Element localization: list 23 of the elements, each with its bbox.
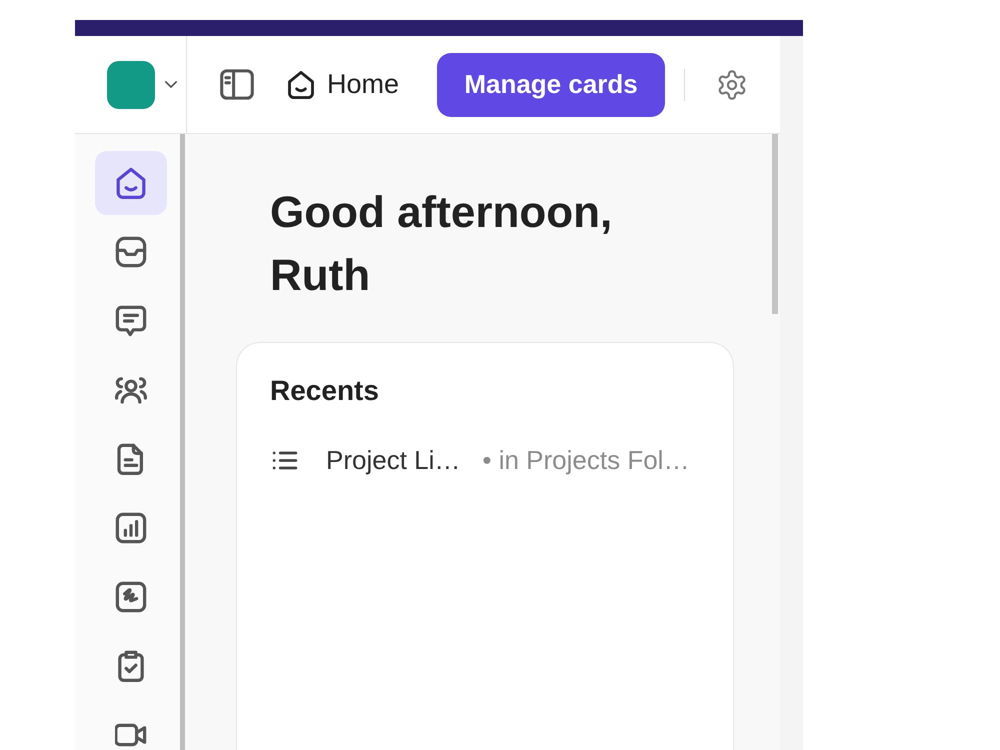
recent-item-link[interactable]: Project Li… [326, 445, 460, 476]
greeting-heading: Good afternoon, Ruth [270, 187, 614, 302]
inbox-tray-icon [115, 236, 147, 268]
house-icon [288, 70, 314, 98]
home-tab[interactable]: Home [288, 69, 400, 100]
chevron-down-icon [165, 81, 177, 88]
recents-title: Recents [270, 374, 380, 408]
list-icon [272, 451, 298, 470]
workspace-switcher[interactable] [107, 60, 177, 108]
sidebar-toggle-icon[interactable] [220, 69, 254, 100]
chat-bubble-icon [115, 305, 147, 337]
clipboard-check-icon [115, 650, 147, 682]
sidebar-item[interactable] [95, 151, 167, 215]
content-scrollbar[interactable] [772, 134, 778, 314]
settings-icon[interactable] [717, 70, 748, 100]
bar-chart-icon [115, 512, 147, 544]
people-icon [115, 374, 147, 406]
manage-cards-button[interactable]: Manage cards [437, 52, 666, 116]
recent-item-location: • in Projects Fol… [482, 445, 690, 476]
workspace-avatar-icon [107, 60, 155, 108]
house-icon [115, 167, 147, 199]
sidebar-scrollbar[interactable] [180, 134, 185, 750]
squiggle-icon [115, 581, 147, 613]
